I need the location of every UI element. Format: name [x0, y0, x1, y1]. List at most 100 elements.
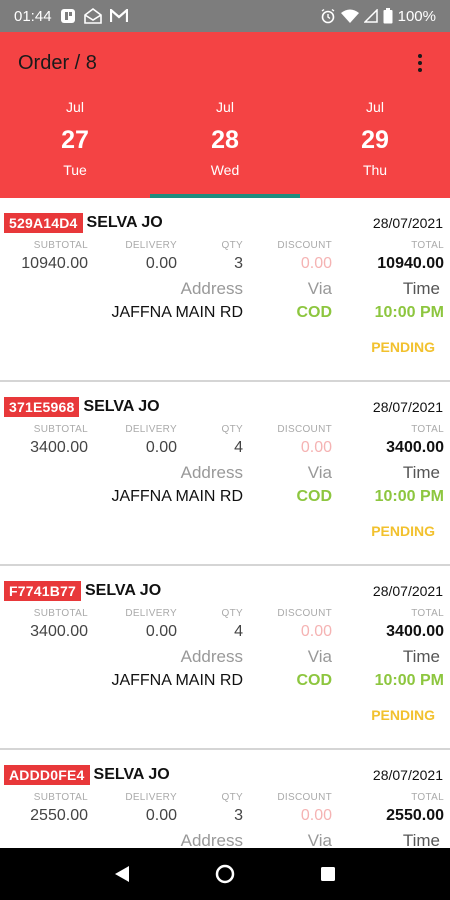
- discount-value: 0.00: [300, 255, 332, 272]
- time-label: Time: [402, 831, 440, 848]
- subtotal-label: SUBTOTAL: [33, 424, 88, 435]
- recents-icon[interactable]: [313, 859, 343, 889]
- via-label: Via: [307, 831, 332, 848]
- system-nav-bar: [0, 848, 450, 900]
- order-card[interactable]: ADDD0FE4 SELVA JO 28/07/2021 SUBTOTAL 255…: [0, 750, 450, 848]
- qty-label: QTY: [221, 240, 243, 251]
- via-label: Via: [307, 647, 332, 666]
- order-id-badge: F7741B77: [4, 581, 81, 601]
- app-header: Order / 8 Jul 27 Tue Jul 28 Wed Jul 29 T…: [0, 32, 450, 198]
- delivery-time: 10:00 PM: [374, 672, 444, 689]
- date-tab-weekday: Wed: [210, 162, 240, 178]
- delivery-value: 0.00: [145, 807, 177, 824]
- discount-label: DISCOUNT: [277, 240, 332, 251]
- delivery-label: DELIVERY: [125, 792, 177, 803]
- address-value: JAFFNA MAIN RD: [111, 672, 243, 689]
- status-time: 01:44: [14, 7, 52, 25]
- status-badge: PENDING: [371, 707, 435, 723]
- date-tab-day: 28: [211, 126, 239, 154]
- subtotal-value: 3400.00: [30, 623, 88, 640]
- delivery-label: DELIVERY: [125, 424, 177, 435]
- total-label: TOTAL: [411, 608, 444, 619]
- gmail-icon: [109, 9, 128, 23]
- order-date: 28/07/2021: [372, 767, 443, 783]
- discount-value: 0.00: [300, 623, 332, 640]
- tv-app-icon: [60, 8, 76, 24]
- qty-value: 3: [234, 255, 243, 272]
- date-tab-day: 27: [61, 126, 89, 154]
- date-tab-28[interactable]: Jul 28 Wed: [150, 94, 300, 198]
- home-icon[interactable]: [210, 859, 240, 889]
- customer-name: SELVA JO: [93, 766, 170, 783]
- order-card[interactable]: 529A14D4 SELVA JO 28/07/2021 SUBTOTAL 109…: [0, 198, 450, 382]
- date-tabs: Jul 27 Tue Jul 28 Wed Jul 29 Thu: [0, 94, 450, 198]
- via-label: Via: [307, 279, 332, 298]
- order-id-badge: ADDD0FE4: [4, 765, 90, 785]
- time-label: Time: [402, 647, 440, 666]
- order-card[interactable]: 371E5968 SELVA JO 28/07/2021 SUBTOTAL 340…: [0, 382, 450, 566]
- total-value: 2550.00: [386, 807, 444, 824]
- date-tab-month: Jul: [216, 99, 234, 115]
- discount-value: 0.00: [300, 439, 332, 456]
- qty-value: 4: [234, 623, 243, 640]
- order-id-badge: 529A14D4: [4, 213, 83, 233]
- total-label: TOTAL: [411, 240, 444, 251]
- total-value: 3400.00: [386, 623, 444, 640]
- order-date: 28/07/2021: [372, 399, 443, 415]
- delivery-value: 0.00: [145, 255, 177, 272]
- signal-icon: [363, 9, 378, 23]
- orders-list[interactable]: 529A14D4 SELVA JO 28/07/2021 SUBTOTAL 109…: [0, 198, 450, 848]
- date-tab-month: Jul: [366, 99, 384, 115]
- time-label: Time: [402, 279, 440, 298]
- qty-label: QTY: [221, 424, 243, 435]
- back-icon[interactable]: [107, 859, 137, 889]
- date-tab-weekday: Thu: [362, 162, 388, 178]
- wifi-icon: [340, 9, 359, 23]
- customer-name: SELVA JO: [83, 398, 160, 415]
- delivery-value: 0.00: [145, 623, 177, 640]
- more-vert-icon[interactable]: [408, 47, 432, 79]
- status-badge: PENDING: [371, 339, 435, 355]
- order-date: 28/07/2021: [372, 215, 443, 231]
- date-tab-weekday: Tue: [63, 162, 87, 178]
- address-label: Address: [180, 831, 243, 848]
- subtotal-value: 10940.00: [21, 255, 88, 272]
- address-label: Address: [180, 463, 243, 482]
- status-badge: PENDING: [371, 523, 435, 539]
- date-tab-day: 29: [361, 126, 389, 154]
- qty-label: QTY: [221, 792, 243, 803]
- page-title: Order / 8: [18, 51, 97, 74]
- total-value: 10940.00: [377, 255, 444, 272]
- discount-label: DISCOUNT: [277, 792, 332, 803]
- customer-name: SELVA JO: [86, 214, 163, 231]
- qty-value: 3: [234, 807, 243, 824]
- delivery-time: 10:00 PM: [374, 488, 444, 505]
- subtotal-label: SUBTOTAL: [33, 792, 88, 803]
- order-date: 28/07/2021: [372, 583, 443, 599]
- discount-label: DISCOUNT: [277, 608, 332, 619]
- total-label: TOTAL: [411, 424, 444, 435]
- delivery-label: DELIVERY: [125, 608, 177, 619]
- date-tab-27[interactable]: Jul 27 Tue: [0, 94, 150, 198]
- mail-open-icon: [83, 8, 102, 24]
- alarm-icon: [320, 8, 336, 24]
- order-card[interactable]: F7741B77 SELVA JO 28/07/2021 SUBTOTAL 340…: [0, 566, 450, 750]
- total-value: 3400.00: [386, 439, 444, 456]
- date-tab-29[interactable]: Jul 29 Thu: [300, 94, 450, 198]
- payment-method: COD: [296, 672, 332, 689]
- qty-label: QTY: [221, 608, 243, 619]
- battery-icon: [383, 8, 393, 24]
- time-label: Time: [402, 463, 440, 482]
- qty-value: 4: [234, 439, 243, 456]
- delivery-time: 10:00 PM: [374, 304, 444, 321]
- address-value: JAFFNA MAIN RD: [111, 304, 243, 321]
- customer-name: SELVA JO: [84, 582, 162, 599]
- payment-method: COD: [296, 488, 332, 505]
- address-label: Address: [180, 279, 243, 298]
- date-tab-month: Jul: [66, 99, 84, 115]
- discount-label: DISCOUNT: [277, 424, 332, 435]
- subtotal-value: 2550.00: [30, 807, 88, 824]
- status-bar: 01:44 100%: [0, 0, 450, 32]
- subtotal-label: SUBTOTAL: [33, 240, 88, 251]
- delivery-value: 0.00: [145, 439, 177, 456]
